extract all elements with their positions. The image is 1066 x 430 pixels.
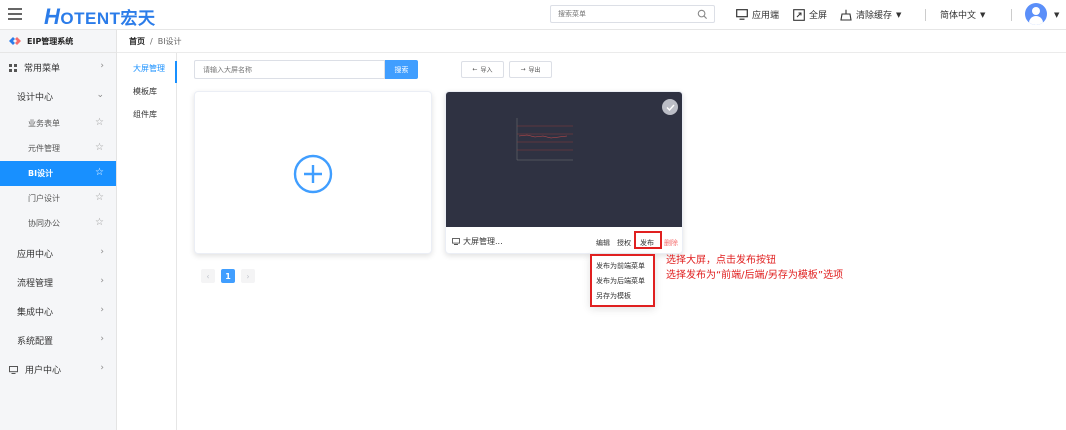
star-icon[interactable]: ☆ (95, 167, 104, 178)
star-icon[interactable]: ☆ (95, 142, 104, 153)
pagination: ‹ 1 › (201, 269, 255, 283)
annotation-step-2: 选择发布为“前端/后端/另存为模板”选项 (666, 270, 844, 281)
logo: HOTENT宏天 (44, 4, 156, 29)
monitor-icon (736, 9, 748, 20)
sidebar-item-user-center[interactable]: 用户中心 › (0, 355, 116, 384)
sidebar: EIP管理系统 常用菜单 › 设计中心 ⌄ 业务表单 ☆ 元件管理 ☆ BI设计 ☆ … (0, 30, 117, 430)
next-page-button[interactable]: › (241, 269, 255, 283)
sidebar-item-portal-design[interactable]: 门户设计 ☆ (0, 186, 116, 211)
chevron-right-icon: › (100, 305, 104, 315)
chevron-right-icon: › (100, 247, 104, 257)
prev-page-button[interactable]: ‹ (201, 269, 215, 283)
fullscreen-icon (793, 8, 805, 21)
language-select[interactable]: 简体中文 ▼ (940, 8, 986, 22)
menu-search-input[interactable] (551, 6, 691, 22)
annotation-step-1: 选择大屏，点击发布按钮 (666, 255, 776, 266)
header-divider (1011, 9, 1012, 21)
plus-circle-icon (293, 154, 333, 194)
avatar[interactable] (1025, 3, 1047, 25)
export-button[interactable]: → 导出 (509, 61, 552, 78)
chevron-right-icon: › (100, 363, 104, 373)
tab-screen-manage[interactable]: 大屏管理 (117, 57, 177, 83)
top-header: HOTENT宏天 应用端 全屏 清除缓存 ▼ 简体中文 ▼ ▼ (0, 0, 1066, 30)
sidebar-item-component-manage[interactable]: 元件管理 ☆ (0, 136, 116, 161)
sidebar-item-app-center[interactable]: 应用中心 › (0, 239, 116, 268)
edit-button[interactable]: 编辑 (596, 238, 610, 248)
star-icon[interactable]: ☆ (95, 117, 104, 128)
fullscreen-button[interactable]: 全屏 (793, 8, 827, 21)
sidebar-item-business-form[interactable]: 业务表单 ☆ (0, 111, 116, 136)
search-icon[interactable] (697, 9, 708, 20)
star-icon[interactable]: ☆ (95, 192, 104, 203)
chevron-down-icon: ▼ (896, 10, 902, 19)
clear-cache-button[interactable]: 清除缓存 ▼ (840, 8, 901, 21)
fullscreen-label: 全屏 (809, 11, 828, 21)
header-divider (925, 9, 926, 21)
chevron-down-icon[interactable]: ▼ (1054, 11, 1059, 19)
authorize-button[interactable]: 授权 (617, 238, 631, 248)
main-content: 大屏管理 模板库 组件库 搜索 ←导入 →导出 (117, 53, 1066, 430)
broom-icon (840, 9, 852, 21)
chevron-right-icon: › (100, 334, 104, 344)
delete-button[interactable]: 删除 (664, 238, 678, 248)
breadcrumb-separator: / (150, 36, 153, 46)
sidebar-item-bi-design[interactable]: BI设计 ☆ (0, 161, 116, 186)
app-button[interactable]: 应用端 (736, 8, 779, 21)
monitor-icon (452, 238, 460, 245)
arrow-left-icon: ← (472, 66, 478, 73)
thumbnail-chart-image (516, 118, 573, 161)
sidebar-item-process[interactable]: 流程管理 › (0, 268, 116, 297)
menu-search-box (550, 5, 715, 23)
breadcrumb-home[interactable]: 首页 (129, 36, 145, 47)
card-footer: 大屏管理... 编辑 授权 发布 删除 (446, 227, 682, 253)
search-button[interactable]: 搜索 (385, 60, 418, 79)
app-label: 应用端 (752, 11, 780, 21)
chevron-right-icon: › (100, 61, 104, 71)
publish-to-backend-menu[interactable]: 发布为后端菜单 (592, 273, 653, 288)
sidebar-item-collaboration[interactable]: 协同办公 ☆ (0, 211, 116, 236)
page-1-button[interactable]: 1 (221, 269, 235, 283)
screen-thumbnail[interactable] (446, 92, 682, 227)
sidebar-item-system-config[interactable]: 系统配置 › (0, 326, 116, 355)
publish-dropdown: 发布为前端菜单 发布为后端菜单 另存为模板 (590, 254, 655, 307)
tab-template-library[interactable]: 模板库 (117, 80, 176, 103)
screen-card[interactable]: 大屏管理... 编辑 授权 发布 删除 (445, 91, 683, 254)
sidebar-item-design-center[interactable]: 设计中心 ⌄ (0, 82, 116, 111)
breadcrumb: 首页 / BI设计 (117, 30, 1066, 53)
save-as-template[interactable]: 另存为模板 (592, 288, 653, 303)
screen-search-box (194, 60, 385, 79)
screen-search-input[interactable] (195, 61, 380, 78)
menu-toggle-icon[interactable] (8, 8, 22, 21)
tab-component-library[interactable]: 组件库 (117, 103, 176, 126)
side-tabs: 大屏管理 模板库 组件库 (117, 53, 177, 430)
system-logo-icon (9, 37, 21, 45)
arrow-right-icon: → (520, 66, 526, 73)
chevron-right-icon: › (100, 276, 104, 286)
add-screen-card[interactable] (194, 91, 432, 254)
grid-icon (9, 63, 17, 72)
chevron-down-icon: ▼ (980, 10, 986, 19)
check-icon[interactable] (662, 99, 678, 115)
publish-highlight-box (634, 231, 662, 249)
star-icon[interactable]: ☆ (95, 217, 104, 228)
publish-to-frontend-menu[interactable]: 发布为前端菜单 (592, 258, 653, 273)
clear-cache-label: 清除缓存 (856, 11, 893, 21)
sidebar-item-integration[interactable]: 集成中心 › (0, 297, 116, 326)
card-title: 大屏管理... (452, 236, 503, 247)
monitor-icon (9, 365, 18, 374)
import-button[interactable]: ← 导入 (461, 61, 504, 78)
breadcrumb-current: BI设计 (157, 36, 182, 46)
language-label: 简体中文 (940, 11, 977, 21)
system-title: EIP管理系统 (0, 30, 116, 53)
chevron-down-icon: ⌄ (96, 90, 104, 100)
sidebar-item-common-menu[interactable]: 常用菜单 › (0, 53, 116, 82)
